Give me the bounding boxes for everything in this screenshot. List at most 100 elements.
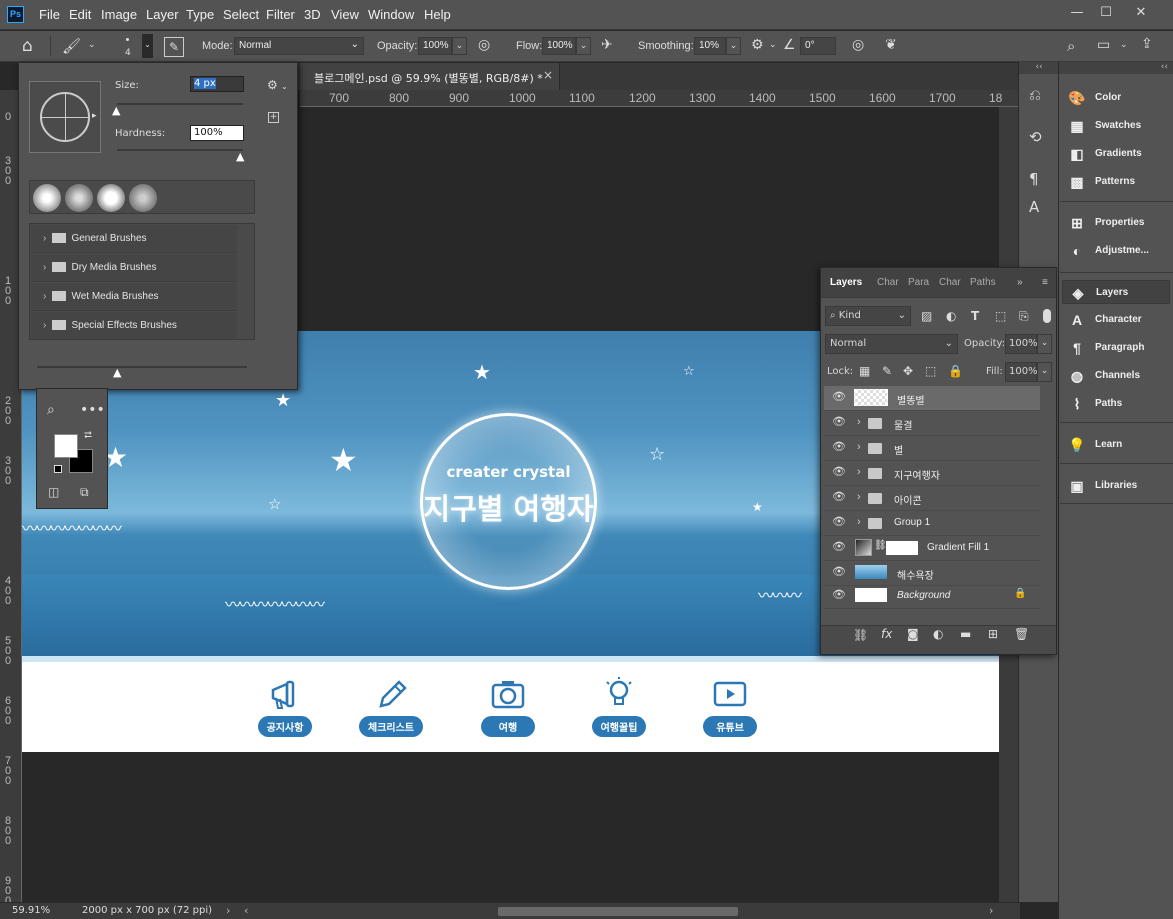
more-tools-icon[interactable]: ••• — [80, 402, 105, 418]
folder-general-brushes[interactable]: › General Brushes — [31, 225, 237, 253]
nav-item-travel[interactable]: 여행 — [473, 676, 543, 737]
dock-learn[interactable]: 💡 Learn — [1062, 433, 1170, 457]
thumbnail-slider-handle[interactable]: ▲ — [113, 366, 121, 379]
gear-icon[interactable]: ⚙ — [751, 37, 764, 53]
filter-toggle[interactable] — [1043, 309, 1051, 323]
lock-all-icon[interactable]: 🔒 — [948, 364, 963, 378]
fill-input[interactable]: 100% — [1005, 362, 1038, 382]
collapse-icon[interactable]: ‹‹ — [1059, 62, 1173, 74]
brush-settings-icon[interactable]: ✎ — [164, 37, 184, 57]
eye-icon[interactable]: 👁 — [832, 392, 846, 403]
panel-menu-icon[interactable]: ≡ — [1042, 277, 1048, 288]
eye-icon[interactable]: 👁 — [832, 467, 846, 478]
dock-properties[interactable]: ⊞ Properties — [1062, 211, 1170, 235]
angle-input[interactable]: 0° — [800, 37, 836, 55]
paragraph-styles-icon[interactable]: ¶ — [1029, 170, 1039, 188]
dock-layers[interactable]: ◈ Layers — [1062, 280, 1170, 304]
collapse-icon[interactable]: ‹‹ — [1019, 62, 1059, 74]
dock-channels[interactable]: ◍ Channels — [1062, 364, 1170, 388]
menu-layer[interactable]: Layer — [146, 7, 179, 22]
lock-position-icon[interactable]: ✥ — [903, 364, 913, 378]
chevron-right-icon[interactable]: › — [857, 516, 861, 528]
nav-item-notice[interactable]: 공지사항 — [250, 676, 320, 737]
layer-row[interactable]: 👁 › 아이콘 — [824, 486, 1040, 511]
dock-color[interactable]: 🎨 Color — [1062, 86, 1170, 110]
layer-row[interactable]: 👁 해수욕장 — [824, 561, 1040, 586]
default-colors-icon[interactable] — [54, 465, 62, 473]
chevron-right-icon[interactable]: › — [857, 491, 861, 503]
tab-paragraph[interactable]: Para — [908, 277, 929, 288]
menu-file[interactable]: File — [39, 7, 60, 22]
hardness-slider-handle[interactable]: ▲ — [236, 150, 244, 163]
chevron-down-icon[interactable]: ⌄ — [576, 37, 591, 55]
tab-close-icon[interactable]: × — [543, 68, 553, 82]
eye-icon[interactable]: 👁 — [832, 542, 846, 553]
chevron-down-icon[interactable]: ⌄ — [726, 37, 741, 55]
dock-swatches[interactable]: ▦ Swatches — [1062, 114, 1170, 138]
adjustment-layer-icon[interactable]: ◐ — [933, 627, 943, 641]
lock-transparent-icon[interactable]: ▦ — [859, 364, 870, 378]
dock-libraries[interactable]: ▣ Libraries — [1062, 474, 1170, 498]
gear-icon[interactable]: ⚙ — [267, 78, 278, 92]
pressure-opacity-icon[interactable]: ◎ — [478, 37, 490, 53]
menu-select[interactable]: Select — [223, 7, 259, 22]
trash-icon[interactable]: 🗑 — [1014, 627, 1029, 641]
menu-edit[interactable]: Edit — [69, 7, 91, 22]
brush-tool-icon[interactable]: 🖌 — [62, 37, 81, 55]
tab-paths[interactable]: Paths — [970, 277, 996, 288]
brush-preset-picker[interactable]: 4 ⌄ — [118, 34, 154, 60]
eye-icon[interactable]: 👁 — [832, 567, 846, 578]
filter-pixel-icon[interactable]: ▨ — [921, 309, 932, 323]
menu-window[interactable]: Window — [368, 7, 414, 22]
search-icon[interactable]: ⌕ — [1067, 37, 1075, 55]
brush-angle-preview[interactable]: ▸ — [29, 81, 101, 153]
folder-wet-media-brushes[interactable]: › Wet Media Brushes — [31, 283, 237, 311]
eye-icon[interactable]: 👁 — [832, 492, 846, 503]
lock-artboard-icon[interactable]: ⬚ — [925, 364, 936, 378]
home-icon[interactable]: ⌂ — [22, 36, 33, 56]
eye-icon[interactable]: 👁 — [832, 590, 846, 601]
dock-paths[interactable]: ⌇ Paths — [1062, 392, 1170, 416]
filter-kind-select[interactable]: ⌕ Kind ⌄ — [825, 306, 911, 326]
hardness-slider[interactable] — [117, 149, 243, 151]
brush-thumbnail[interactable] — [97, 184, 125, 212]
layer-row[interactable]: 👁 › 물결 — [824, 411, 1040, 436]
tab-character[interactable]: Char — [877, 277, 899, 288]
chevron-down-icon[interactable]: ⌄ — [88, 40, 96, 50]
chevron-right-icon[interactable]: › — [857, 441, 861, 453]
close-icon[interactable]: ✕ — [1131, 4, 1151, 22]
screen-mode-icon[interactable]: ⧉ — [80, 485, 89, 500]
chevron-down-icon[interactable]: ⌄ — [281, 82, 288, 91]
brush-thumbnail[interactable] — [65, 184, 93, 212]
filter-type-icon[interactable]: T — [971, 309, 979, 323]
actions-icon[interactable]: ⟲ — [1029, 128, 1042, 146]
dock-paragraph[interactable]: ¶ Paragraph — [1062, 336, 1170, 360]
dock-gradients[interactable]: ◧ Gradients — [1062, 142, 1170, 166]
chevron-right-icon[interactable]: › — [226, 904, 230, 917]
add-mask-icon[interactable]: ◙ — [907, 627, 919, 641]
hardness-input[interactable]: 100% — [190, 125, 244, 141]
chevron-down-icon[interactable]: ⌄ — [1120, 40, 1128, 50]
layer-row[interactable]: 👁 › 별 — [824, 436, 1040, 461]
filter-shape-icon[interactable]: ⬚ — [995, 309, 1006, 323]
chevron-right-icon[interactable]: › — [857, 466, 861, 478]
smoothing-input[interactable]: 10% — [694, 37, 726, 55]
eye-icon[interactable]: 👁 — [832, 517, 846, 528]
nav-item-checklist[interactable]: 체크리스트 — [356, 676, 426, 737]
chevron-right-icon[interactable]: › — [857, 416, 861, 428]
opacity-input[interactable]: 100% — [418, 37, 452, 55]
horizontal-scrollbar[interactable] — [498, 907, 738, 916]
workspace-icon[interactable]: ▭ — [1097, 37, 1110, 53]
document-tab[interactable]: 블로그메인.psd @ 59.9% (별똥별, RGB/8#) * × — [300, 63, 560, 90]
link-layers-icon[interactable]: ⛓ — [853, 628, 868, 642]
chevron-down-icon[interactable]: ⌄ — [769, 40, 777, 50]
brush-thumbnail[interactable] — [129, 184, 157, 212]
menu-filter[interactable]: Filter — [266, 7, 295, 22]
tab-layers[interactable]: Layers — [830, 277, 862, 288]
minimize-icon[interactable]: — — [1067, 4, 1087, 22]
flow-input[interactable]: 100% — [542, 37, 576, 55]
chevron-down-icon[interactable]: ⌄ — [142, 34, 153, 58]
new-layer-icon[interactable]: ⊞ — [988, 627, 998, 641]
airbrush-icon[interactable]: ✈ — [601, 37, 613, 53]
pressure-size-icon[interactable]: ◎ — [852, 37, 864, 53]
